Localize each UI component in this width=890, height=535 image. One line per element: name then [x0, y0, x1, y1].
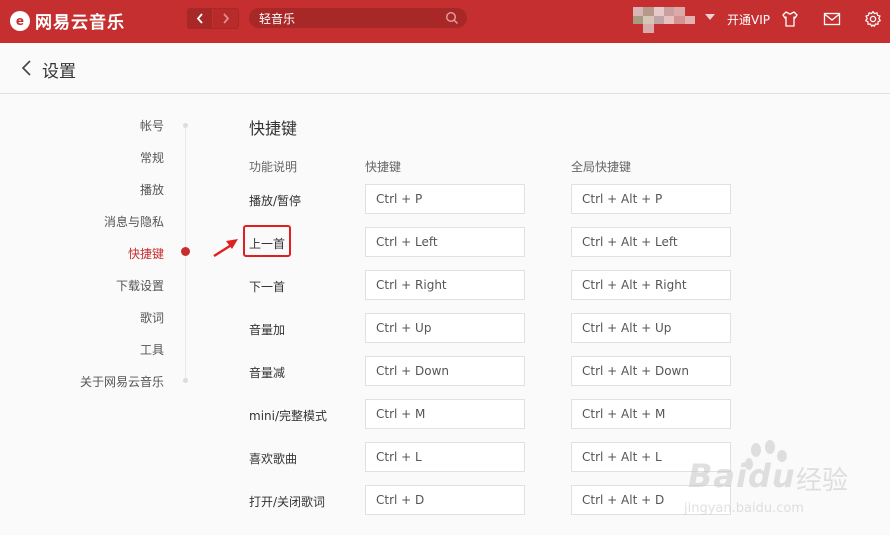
- global-shortcut-field-volume-down[interactable]: Ctrl + Alt + Down: [571, 356, 731, 386]
- shortcut-field-play-pause[interactable]: Ctrl + P: [365, 184, 525, 214]
- shortcut-field-volume-up[interactable]: Ctrl + Up: [365, 313, 525, 343]
- app-logo[interactable]: e 网易云音乐: [10, 8, 125, 33]
- row-label-play-pause: 播放/暂停: [249, 194, 302, 208]
- sidebar-active-dot: [181, 247, 190, 256]
- global-shortcut-field-previous[interactable]: Ctrl + Alt + Left: [571, 227, 731, 257]
- global-shortcut-field-volume-up[interactable]: Ctrl + Alt + Up: [571, 313, 731, 343]
- column-header-function: 功能说明: [249, 160, 298, 174]
- section-title: 快捷键: [249, 119, 298, 138]
- watermark-cn: 经验: [796, 466, 849, 496]
- watermark-url: jingyan.baidu.com: [684, 501, 804, 516]
- baidu-watermark: Baidu 经验 jingyan.baidu.com: [678, 440, 883, 528]
- column-header-global-shortcut: 全局快捷键: [571, 160, 632, 174]
- sidebar-item-privacy[interactable]: 消息与隐私: [104, 213, 164, 230]
- sidebar-item-download[interactable]: 下载设置: [116, 277, 164, 294]
- column-header-shortcut: 快捷键: [365, 160, 402, 174]
- avatar[interactable]: [633, 7, 695, 33]
- watermark-brand: Baidu: [688, 457, 796, 495]
- shortcut-field-next[interactable]: Ctrl + Right: [365, 270, 525, 300]
- netease-logo-icon: e: [10, 10, 30, 31]
- user-menu-caret-icon[interactable]: [705, 14, 715, 20]
- vip-link[interactable]: 开通VIP: [727, 11, 770, 28]
- sidebar-item-playback[interactable]: 播放: [140, 181, 164, 198]
- back-button[interactable]: [188, 9, 214, 28]
- mail-icon[interactable]: [822, 9, 842, 29]
- sidebar-item-account[interactable]: 帐号: [140, 117, 164, 134]
- sidebar-dot: [183, 123, 188, 128]
- search-input[interactable]: [259, 8, 439, 28]
- row-label-mini-mode: mini/完整模式: [249, 409, 328, 423]
- page-title: 设置: [42, 62, 76, 82]
- row-label-volume-up: 音量加: [249, 323, 286, 337]
- app-title: 网易云音乐: [35, 13, 125, 33]
- annotation-highlight-box: [243, 225, 291, 257]
- sidebar-item-lyrics[interactable]: 歌词: [140, 309, 164, 326]
- global-shortcut-field-next[interactable]: Ctrl + Alt + Right: [571, 270, 731, 300]
- row-label-next: 下一首: [249, 280, 286, 294]
- search-icon[interactable]: [445, 11, 459, 25]
- skin-shirt-icon[interactable]: [780, 9, 800, 29]
- sidebar-item-tools[interactable]: 工具: [140, 341, 164, 358]
- row-label-volume-down: 音量减: [249, 366, 286, 380]
- sidebar-item-shortcuts[interactable]: 快捷键: [128, 245, 164, 262]
- settings-sidebar: 帐号 常规 播放 消息与隐私 快捷键 下载设置 歌词 工具 关于网易云音乐: [0, 95, 200, 535]
- gear-icon[interactable]: [863, 9, 883, 29]
- global-shortcut-field-play-pause[interactable]: Ctrl + Alt + P: [571, 184, 731, 214]
- shortcut-field-previous[interactable]: Ctrl + Left: [365, 227, 525, 257]
- sidebar-item-general[interactable]: 常规: [140, 149, 164, 166]
- shortcut-field-like-song[interactable]: Ctrl + L: [365, 442, 525, 472]
- chevron-right-icon: [222, 13, 229, 24]
- shortcut-field-toggle-lyrics[interactable]: Ctrl + D: [365, 485, 525, 515]
- annotation-arrow-icon: [213, 239, 238, 258]
- top-bar: e 网易云音乐 开通VIP: [0, 0, 890, 43]
- chevron-left-icon[interactable]: [20, 58, 34, 78]
- row-label-like-song: 喜欢歌曲: [249, 452, 298, 466]
- history-nav: [187, 8, 239, 29]
- row-label-toggle-lyrics: 打开/关闭歌词: [249, 495, 326, 509]
- shortcut-field-mini-mode[interactable]: Ctrl + M: [365, 399, 525, 429]
- page-header: 设置: [0, 43, 890, 94]
- sidebar-item-about[interactable]: 关于网易云音乐: [80, 373, 164, 390]
- sidebar-dot: [183, 378, 188, 383]
- chevron-left-icon: [196, 13, 203, 24]
- forward-button[interactable]: [213, 9, 238, 28]
- shortcut-field-volume-down[interactable]: Ctrl + Down: [365, 356, 525, 386]
- global-shortcut-field-mini-mode[interactable]: Ctrl + Alt + M: [571, 399, 731, 429]
- search-box: [249, 8, 467, 28]
